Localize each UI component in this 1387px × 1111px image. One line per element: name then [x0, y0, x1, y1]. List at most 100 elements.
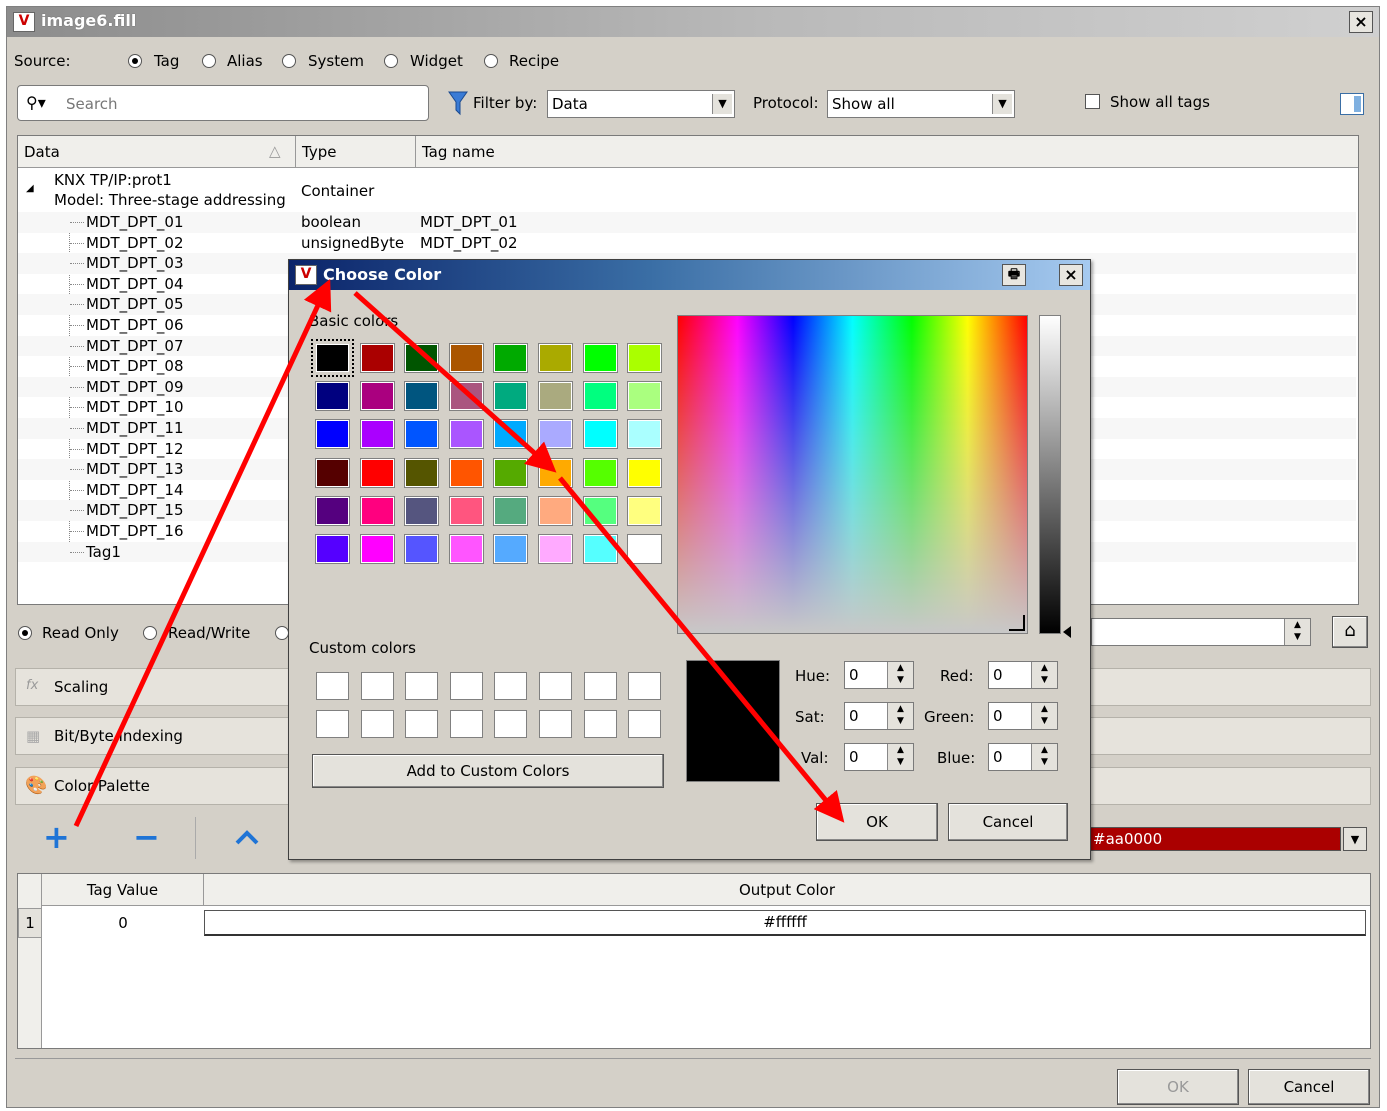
basic-color-swatch[interactable]: [582, 457, 618, 488]
basic-color-swatch[interactable]: [315, 457, 350, 488]
protocol-select[interactable]: Show all ▼: [827, 90, 1015, 118]
search-input[interactable]: ⚲▾ Search: [17, 85, 429, 121]
basic-color-swatch[interactable]: [493, 495, 529, 526]
basic-color-swatch[interactable]: [404, 381, 440, 412]
custom-color-swatch[interactable]: [360, 672, 394, 700]
ok-button[interactable]: OK: [1117, 1069, 1239, 1105]
tree-root-node[interactable]: KNX TP/IP:prot1 Model: Three-stage addre…: [54, 170, 286, 210]
tree-row[interactable]: MDT_DPT_02 unsignedByte MDT_DPT_02: [18, 233, 1356, 254]
dialog-close-button[interactable]: ×: [1059, 264, 1083, 286]
tree-row[interactable]: MDT_DPT_01 boolean MDT_DPT_01: [18, 212, 1356, 233]
custom-color-swatch[interactable]: [494, 710, 528, 738]
move-up-button[interactable]: [233, 825, 261, 851]
custom-color-swatch[interactable]: [583, 672, 617, 700]
custom-color-swatch[interactable]: [539, 672, 572, 700]
default-color-select[interactable]: #aa0000: [1089, 827, 1341, 851]
cancel-button[interactable]: Cancel: [1248, 1069, 1370, 1105]
basic-color-swatch[interactable]: [359, 534, 395, 564]
basic-color-swatch[interactable]: [493, 419, 529, 450]
basic-color-swatch[interactable]: [538, 495, 573, 526]
basic-color-swatch[interactable]: [582, 381, 618, 412]
basic-color-swatch[interactable]: [448, 381, 484, 412]
basic-color-swatch[interactable]: [404, 495, 440, 526]
basic-color-swatch[interactable]: [359, 381, 395, 412]
column-header-tag-name[interactable]: Tag name: [416, 136, 1358, 168]
basic-color-swatch[interactable]: [448, 419, 484, 450]
custom-color-swatch[interactable]: [405, 672, 439, 700]
blue-input[interactable]: 0 ▲ ▼: [988, 743, 1058, 771]
basic-color-swatch[interactable]: [315, 419, 350, 450]
basic-color-swatch[interactable]: [404, 534, 440, 564]
basic-color-swatch[interactable]: [627, 534, 663, 564]
basic-color-swatch[interactable]: [493, 381, 529, 412]
spin-arrows-icon[interactable]: ▲ ▼: [1031, 744, 1057, 770]
expand-arrow-icon[interactable]: ◢: [26, 183, 34, 194]
basic-color-swatch[interactable]: [627, 343, 663, 373]
green-input[interactable]: 0 ▲ ▼: [988, 702, 1058, 730]
basic-color-swatch[interactable]: [315, 534, 350, 564]
add-row-button[interactable]: +: [43, 821, 70, 853]
basic-color-swatch[interactable]: [627, 457, 663, 488]
color-spectrum[interactable]: [677, 315, 1028, 634]
custom-color-swatch[interactable]: [360, 710, 394, 738]
show-all-tags-checkbox[interactable]: [1085, 94, 1100, 109]
basic-color-swatch[interactable]: [404, 457, 440, 488]
basic-color-swatch[interactable]: [582, 534, 618, 564]
val-input[interactable]: 0 ▲ ▼: [844, 743, 914, 771]
color-palette-table[interactable]: Tag Value Output Color 1 0 #ffffff: [17, 873, 1371, 1049]
printer-icon[interactable]: 🖶: [1002, 264, 1026, 286]
custom-color-swatch[interactable]: [628, 672, 662, 700]
dialog-ok-button[interactable]: OK: [816, 803, 938, 841]
basic-color-swatch[interactable]: [627, 419, 663, 450]
custom-color-swatch[interactable]: [583, 710, 617, 738]
dialog-cancel-button[interactable]: Cancel: [948, 803, 1068, 841]
value-slider-pointer-icon[interactable]: [1063, 626, 1071, 638]
source-tag-radio[interactable]: [128, 54, 142, 68]
basic-color-swatch[interactable]: [582, 495, 618, 526]
row-tag-value[interactable]: 0: [42, 908, 204, 938]
basic-color-swatch[interactable]: [315, 381, 350, 412]
basic-color-swatch[interactable]: [493, 534, 529, 564]
value-slider[interactable]: [1039, 315, 1061, 634]
basic-color-swatch[interactable]: [448, 457, 484, 488]
tag-value-header[interactable]: Tag Value: [42, 874, 204, 906]
spin-arrows-icon[interactable]: ▲ ▼: [887, 662, 913, 688]
chevron-down-icon[interactable]: ▼: [1343, 827, 1367, 851]
source-system-radio[interactable]: [282, 54, 296, 68]
read-only-radio[interactable]: [18, 626, 32, 640]
basic-color-swatch[interactable]: [538, 419, 573, 450]
tag-icon-button[interactable]: ⌂: [1332, 616, 1368, 648]
source-alias-radio[interactable]: [202, 54, 216, 68]
basic-color-swatch[interactable]: [404, 343, 440, 373]
basic-color-swatch[interactable]: [448, 534, 484, 564]
basic-color-swatch[interactable]: [538, 343, 573, 373]
basic-color-swatch[interactable]: [448, 343, 484, 373]
basic-color-swatch[interactable]: [627, 495, 663, 526]
custom-color-swatch[interactable]: [316, 710, 349, 738]
custom-color-swatch[interactable]: [494, 672, 528, 700]
window-close-button[interactable]: ×: [1349, 11, 1373, 33]
basic-color-swatch[interactable]: [538, 457, 573, 488]
basic-color-swatch[interactable]: [493, 457, 529, 488]
custom-color-swatch[interactable]: [539, 710, 572, 738]
spin-arrows-icon[interactable]: ▲ ▼: [1031, 662, 1057, 688]
panel-toggle-icon[interactable]: [1340, 93, 1364, 115]
column-header-data[interactable]: Data △: [18, 136, 296, 168]
spin-arrows-icon[interactable]: ▲ ▼: [887, 703, 913, 729]
basic-color-swatch[interactable]: [359, 457, 395, 488]
value-spinbox[interactable]: ▲ ▼: [1091, 618, 1311, 646]
custom-color-swatch[interactable]: [405, 710, 439, 738]
basic-color-swatch[interactable]: [627, 381, 663, 412]
row-index[interactable]: 1: [18, 908, 42, 938]
red-input[interactable]: 0 ▲ ▼: [988, 661, 1058, 689]
custom-color-swatch[interactable]: [316, 672, 349, 700]
hue-input[interactable]: 0 ▲ ▼: [844, 661, 914, 689]
basic-color-swatch[interactable]: [315, 495, 350, 526]
basic-color-swatch[interactable]: [359, 419, 395, 450]
source-widget-radio[interactable]: [384, 54, 398, 68]
basic-color-swatch[interactable]: [311, 339, 354, 377]
basic-color-swatch[interactable]: [404, 419, 440, 450]
basic-color-swatch[interactable]: [493, 343, 529, 373]
read-write-radio[interactable]: [143, 626, 157, 640]
spin-arrows-icon[interactable]: ▲ ▼: [887, 744, 913, 770]
